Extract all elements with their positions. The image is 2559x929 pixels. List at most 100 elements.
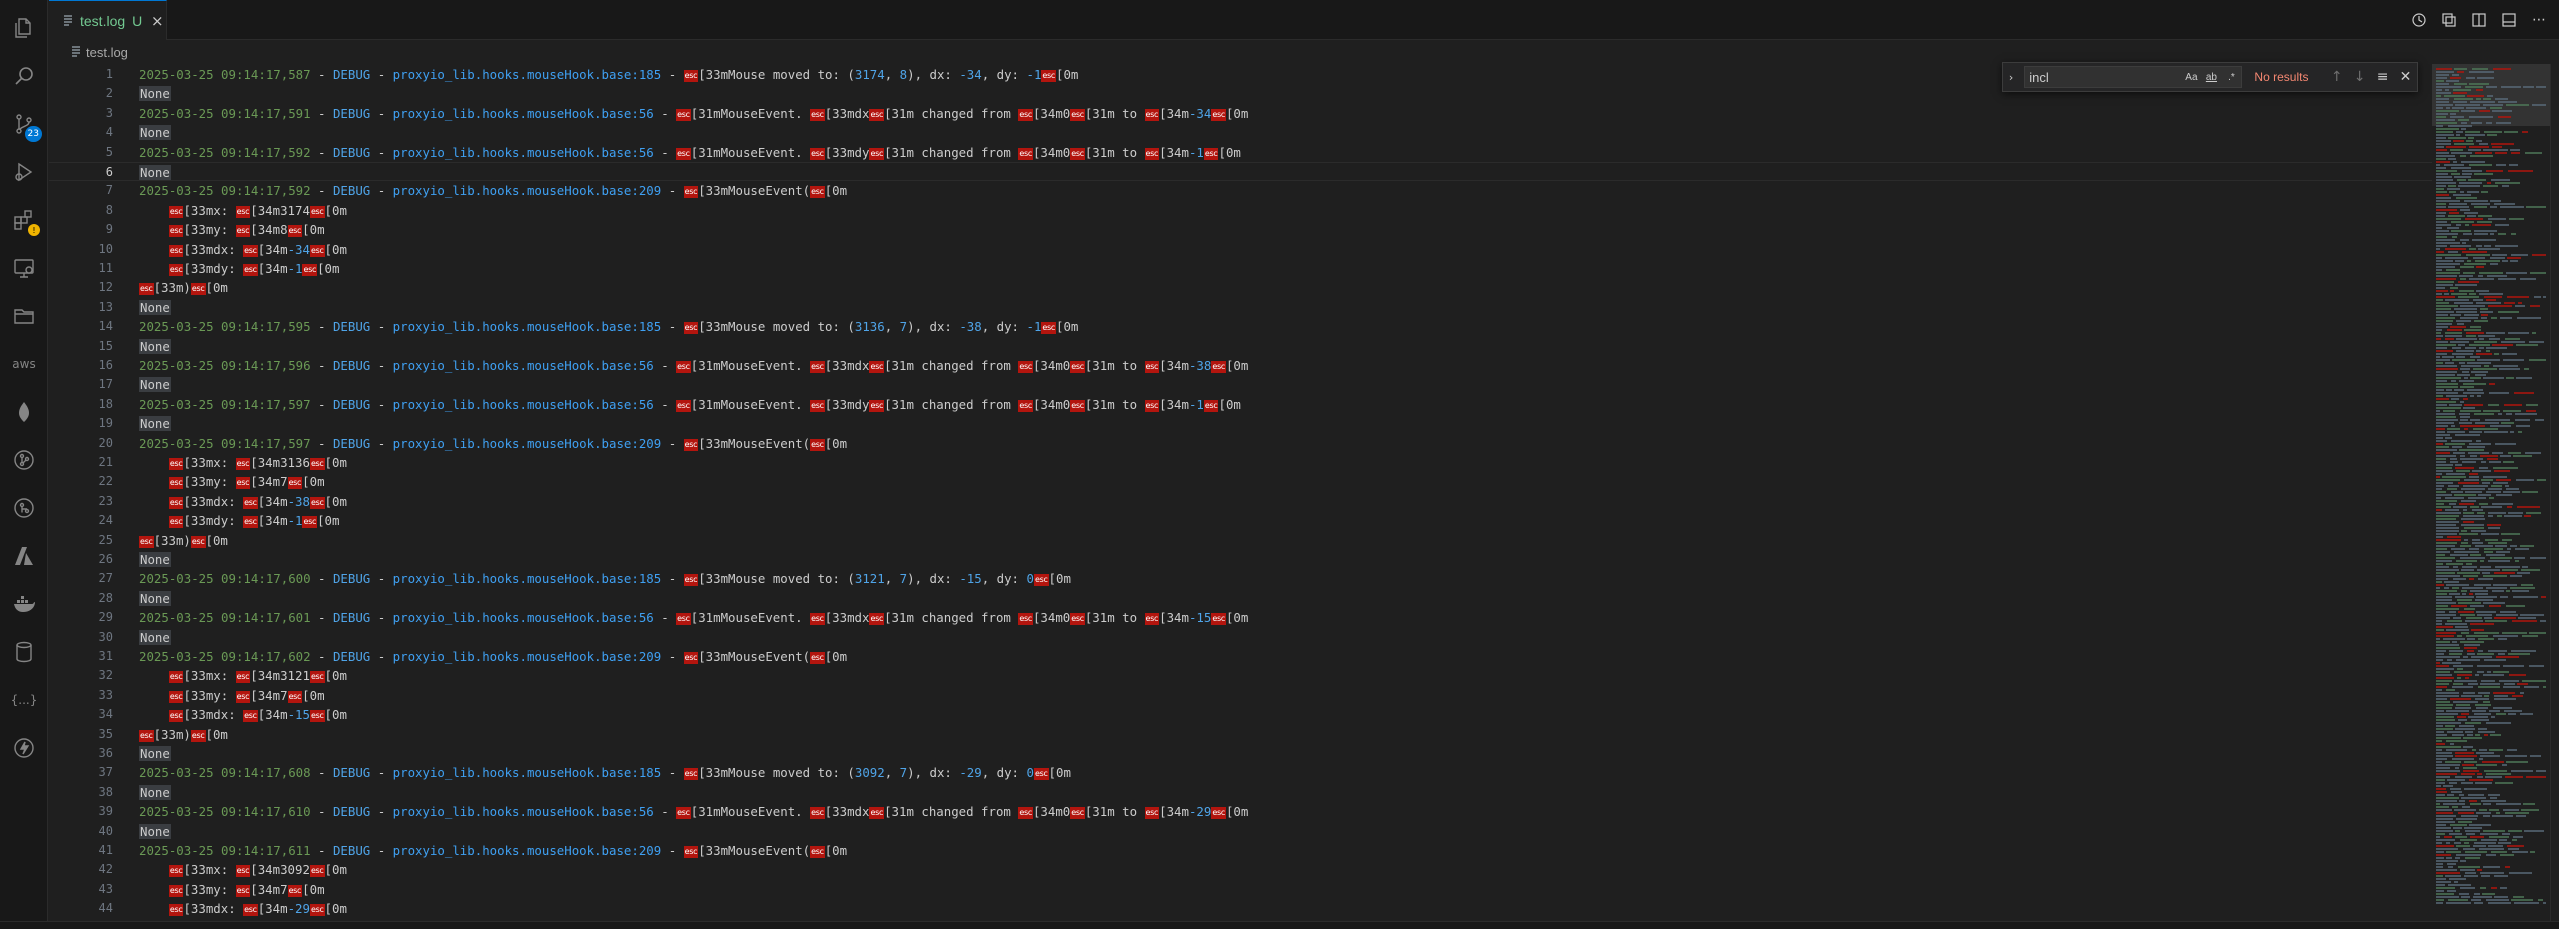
code-line[interactable]: 42 esc[33mx: esc[34m3092esc[0m	[49, 860, 2432, 879]
code-line[interactable]: 40 None	[49, 822, 2432, 841]
minimap-line	[2521, 584, 2533, 586]
code-line[interactable]: 43 esc[33my: esc[34m7esc[0m	[49, 880, 2432, 899]
toggle-replace-chevron-icon[interactable]: ›	[2003, 62, 2020, 92]
code-line[interactable]: 34 esc[33mdx: esc[34m-15esc[0m	[49, 705, 2432, 724]
log-number: 3174	[854, 67, 885, 82]
log-number: -38	[959, 319, 982, 335]
code-line[interactable]: 24 esc[33mdy: esc[34m-1esc[0m	[49, 511, 2432, 530]
toggle-panel-icon[interactable]	[2499, 10, 2519, 30]
find-input[interactable]	[2025, 69, 2182, 85]
code-line[interactable]: 26 None	[49, 550, 2432, 569]
code-line[interactable]: 23 esc[33mdx: esc[34m-38esc[0m	[49, 492, 2432, 511]
minimap-line	[2436, 509, 2442, 511]
log-module: proxyio_lib.hooks.mouseHook.base:185	[392, 67, 662, 82]
previous-match-icon[interactable]: ↑	[2325, 66, 2348, 88]
search-icon[interactable]	[8, 60, 40, 92]
code-line[interactable]: 19 None	[49, 414, 2432, 433]
next-match-icon[interactable]: ↓	[2348, 66, 2371, 88]
code-line[interactable]: 28 None	[49, 589, 2432, 608]
minimap-line	[2465, 722, 2481, 724]
explorer-icon[interactable]	[8, 12, 40, 44]
breadcrumb-file[interactable]: test.log	[86, 45, 128, 60]
minimap-line	[2445, 257, 2468, 259]
code-line[interactable]: 9 esc[33my: esc[34m8esc[0m	[49, 220, 2432, 239]
open-changes-icon[interactable]	[2439, 10, 2459, 30]
code-line[interactable]: 5 2025-03-25 09:14:17,592 - DEBUG - proxy…	[49, 143, 2432, 162]
vertical-scrollbar[interactable]	[2550, 64, 2559, 921]
json-icon[interactable]: {...}	[8, 684, 40, 716]
tab-test-log[interactable]: test.log U ×	[49, 0, 167, 40]
code-line[interactable]: 33 esc[33my: esc[34m7esc[0m	[49, 686, 2432, 705]
log-text: [31m changed from	[884, 804, 1019, 820]
log-text: [33m)	[153, 280, 191, 296]
minimap-line	[2460, 641, 2484, 643]
code-line[interactable]: 20 2025-03-25 09:14:17,597 - DEBUG - prox…	[49, 434, 2432, 453]
code-line[interactable]: 16 2025-03-25 09:14:17,596 - DEBUG - prox…	[49, 356, 2432, 375]
line-number: 14	[98, 319, 113, 334]
code-line[interactable]: 35 esc[33m)esc[0m	[49, 725, 2432, 744]
minimap-line	[2448, 899, 2468, 901]
code-line[interactable]: 27 2025-03-25 09:14:17,600 - DEBUG - prox…	[49, 569, 2432, 588]
code-line[interactable]: 29 2025-03-25 09:14:17,601 - DEBUG - prox…	[49, 608, 2432, 627]
aws-icon[interactable]: aws	[8, 348, 40, 380]
lightning-icon[interactable]	[8, 732, 40, 764]
find-in-selection-icon[interactable]: ≡	[2371, 66, 2394, 88]
code-line[interactable]: 32 esc[33mx: esc[34m3121esc[0m	[49, 666, 2432, 685]
minimap[interactable]	[2432, 64, 2550, 921]
match-whole-word-icon[interactable]: ab	[2201, 67, 2221, 87]
code-line[interactable]: 22 esc[33my: esc[34m7esc[0m	[49, 472, 2432, 491]
log-text: [0m	[205, 532, 228, 548]
minimap-line	[2436, 434, 2450, 436]
code-line[interactable]: 25 esc[33m)esc[0m	[49, 531, 2432, 550]
editor-content[interactable]: 1 2025-03-25 09:14:17,587 - DEBUG - proxy…	[49, 64, 2432, 921]
gitlens-icon[interactable]	[8, 492, 40, 524]
source-control-icon[interactable]: 23	[8, 108, 42, 142]
match-case-icon[interactable]: Aa	[2181, 67, 2201, 87]
close-icon[interactable]: ×	[149, 12, 165, 30]
code-line[interactable]: 41 2025-03-25 09:14:17,611 - DEBUG - prox…	[49, 841, 2432, 860]
database-icon[interactable]	[8, 636, 40, 668]
azure-icon[interactable]	[8, 540, 40, 572]
code-line[interactable]: 12 esc[33m)esc[0m	[49, 278, 2432, 297]
close-find-icon[interactable]: ✕	[2394, 66, 2417, 88]
minimap-line	[2463, 746, 2473, 748]
code-line[interactable]: 44 esc[33mdx: esc[34m-29esc[0m	[49, 899, 2432, 918]
code-line[interactable]: 11 esc[33mdy: esc[34m-1esc[0m	[49, 259, 2432, 278]
code-line[interactable]: 15 None	[49, 337, 2432, 356]
run-debug-icon[interactable]	[8, 156, 40, 188]
code-line[interactable]: 37 2025-03-25 09:14:17,608 - DEBUG - prox…	[49, 763, 2432, 782]
code-line[interactable]: 36 None	[49, 744, 2432, 763]
code-line[interactable]: 8 esc[33mx: esc[34m3174esc[0m	[49, 201, 2432, 220]
minimap-line	[2436, 122, 2457, 124]
code-line[interactable]: 14 2025-03-25 09:14:17,595 - DEBUG - prox…	[49, 317, 2432, 336]
regex-icon[interactable]: .*	[2221, 67, 2241, 87]
more-actions-icon[interactable]: ⋯	[2529, 10, 2549, 30]
code-line[interactable]: 31 2025-03-25 09:14:17,602 - DEBUG - prox…	[49, 647, 2432, 666]
line-number: 21	[98, 455, 113, 469]
remote-explorer-icon[interactable]	[8, 252, 40, 284]
mongodb-icon[interactable]	[8, 396, 40, 428]
folder-icon[interactable]	[8, 300, 40, 332]
code-line[interactable]: 4 None	[49, 123, 2432, 142]
code-line[interactable]: 21 esc[33mx: esc[34m3136esc[0m	[49, 453, 2432, 472]
minimap-line	[2451, 152, 2472, 154]
code-line[interactable]: 10 esc[33mdx: esc[34m-34esc[0m	[49, 240, 2432, 259]
code-line[interactable]: 38 None	[49, 783, 2432, 802]
git-graph-icon[interactable]	[8, 444, 40, 476]
docker-icon[interactable]	[8, 588, 40, 620]
minimap-line	[2538, 899, 2543, 901]
escape-control-char: esc	[302, 264, 318, 276]
line-text: esc[33my: esc[34m7esc[0m	[139, 880, 325, 899]
minimap-line	[2436, 893, 2454, 895]
code-line[interactable]: 18 2025-03-25 09:14:17,597 - DEBUG - prox…	[49, 395, 2432, 414]
code-line[interactable]: 17 None	[49, 375, 2432, 394]
code-line[interactable]: 3 2025-03-25 09:14:17,591 - DEBUG - proxy…	[49, 104, 2432, 123]
code-line[interactable]: 39 2025-03-25 09:14:17,610 - DEBUG - prox…	[49, 802, 2432, 821]
code-line[interactable]: 7 2025-03-25 09:14:17,592 - DEBUG - proxy…	[49, 181, 2432, 200]
code-line[interactable]: 30 None	[49, 628, 2432, 647]
extensions-icon[interactable]: !	[8, 204, 40, 236]
timeline-icon[interactable]	[2409, 10, 2429, 30]
code-line[interactable]: 6 None	[49, 162, 2432, 181]
split-editor-icon[interactable]	[2469, 10, 2489, 30]
code-line[interactable]: 13 None	[49, 298, 2432, 317]
